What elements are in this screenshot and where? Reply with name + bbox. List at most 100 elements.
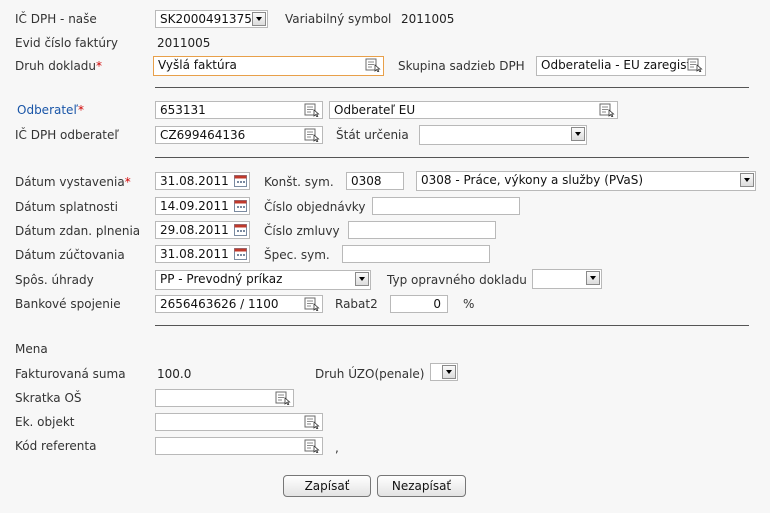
bankove-spojenie-value: 2656463626 / 1100 [160,297,279,311]
ic-dph-odberatel-field[interactable]: CZ699464136 [155,126,323,144]
lookup-icon[interactable] [365,58,381,72]
variabilny-symbol-label: Variabilný symbol [285,12,392,26]
dropdown-arrow-icon[interactable] [740,173,754,187]
rabat2-field[interactable]: 0 [390,295,448,313]
required-marker: * [96,59,103,73]
skratka-os-field[interactable] [155,389,294,407]
cislo-objednavky-label: Číslo objednávky [264,200,366,214]
odberatel-code-value: 653131 [160,103,206,117]
konst-sym-select[interactable]: 0308 - Práce, výkony a služby (PVaS) [416,171,756,191]
kod-referenta-suffix: , [335,441,339,455]
evid-cislo-value: 2011005 [157,36,211,50]
odberatel-label-text[interactable]: Odberateľ [17,103,78,117]
lookup-icon[interactable] [304,415,320,429]
skupina-sadzieb-field[interactable]: Odberatelia - EU zaregist [536,56,706,76]
lookup-icon[interactable] [304,103,320,117]
dropdown-arrow-icon[interactable] [252,12,266,26]
datum-zdan-label: Dátum zdan. plnenia [15,224,141,238]
druh-uzo-select[interactable] [430,363,458,381]
section-divider [155,157,749,158]
stat-urcenia-select[interactable] [419,125,587,145]
rabat2-unit: % [463,297,475,311]
datum-vystavenia-value: 31.08.2011 [160,174,229,188]
cislo-zmluvy-label: Číslo zmluvy [264,224,340,238]
spec-sym-label: Špec. sym. [264,248,330,262]
druh-dokladu-label-text: Druh dokladu [15,59,97,73]
cislo-objednavky-field[interactable] [372,197,520,215]
odberatel-label[interactable]: Odberateľ* [17,102,84,118]
skupina-sadzieb-value: Odberatelia - EU zaregist [541,58,692,72]
dropdown-arrow-icon[interactable] [442,365,456,379]
kod-referenta-label: Kód referenta [15,439,97,453]
rabat2-value: 0 [433,297,441,311]
ic-dph-odberatel-label: IČ DPH odberateľ [15,128,119,142]
konst-sym-code-value: 0308 [351,174,382,188]
cislo-zmluvy-field[interactable] [348,221,496,239]
spos-uhrady-select[interactable]: PP - Prevodný príkaz [155,270,371,290]
lookup-icon[interactable] [304,128,320,142]
datum-splatnosti-field[interactable]: 14.09.2011 [155,197,250,215]
ic-dph-nase-label: IČ DPH - naše [15,12,97,26]
stat-urcenia-label: Štát určenia [336,128,409,142]
lookup-icon[interactable] [304,439,320,453]
dropdown-arrow-icon[interactable] [355,272,369,286]
fakturovana-suma-label: Fakturovaná suma [15,367,126,381]
variabilny-symbol-value: 2011005 [401,12,455,26]
datum-zuctovania-field[interactable]: 31.08.2011 [155,245,250,263]
odberatel-name-value: Odberateľ EU [334,103,416,117]
datum-vystavenia-label-text: Dátum vystavenia [15,175,125,189]
skratka-os-label: Skratka OŠ [15,391,82,405]
druh-dokladu-label: Druh dokladu* [15,58,102,74]
konst-sym-label: Konšt. sym. [264,175,334,189]
mena-label: Mena [15,342,48,356]
rabat2-label: Rabat2 [335,297,378,311]
datum-zuctovania-value: 31.08.2011 [160,247,229,261]
spos-uhrady-label: Spôs. úhrady [15,273,94,287]
fakturovana-suma-value: 100.0 [157,367,192,381]
spec-sym-field[interactable] [342,245,490,263]
dropdown-arrow-icon[interactable] [571,127,585,141]
lookup-icon[interactable] [599,103,615,117]
datum-splatnosti-label: Dátum splatnosti [15,200,118,214]
lookup-icon[interactable] [304,297,320,311]
druh-dokladu-field[interactable]: Vyšlá faktúra [153,56,384,76]
skupina-sadzieb-label: Skupina sadzieb DPH [398,59,525,73]
datum-zdan-field[interactable]: 29.08.2011 [155,221,250,239]
bankove-spojenie-label: Bankové spojenie [15,297,121,311]
calendar-icon[interactable] [234,200,247,212]
dropdown-arrow-icon[interactable] [586,271,600,285]
ek-objekt-field[interactable] [155,413,323,431]
typ-opravneho-select[interactable] [532,269,602,289]
odberatel-name-field[interactable]: Odberateľ EU [329,101,618,119]
druh-dokladu-value: Vyšlá faktúra [158,58,237,72]
spos-uhrady-value: PP - Prevodný príkaz [160,272,283,286]
calendar-icon[interactable] [234,248,247,260]
ic-dph-nase-select[interactable]: SK2000491375 [155,10,268,28]
evid-cislo-label: Evid číslo faktúry [15,36,118,50]
ic-dph-nase-value: SK2000491375 [160,12,252,26]
datum-splatnosti-value: 14.09.2011 [160,199,229,213]
odberatel-code-field[interactable]: 653131 [155,101,323,119]
lookup-icon[interactable] [275,391,291,405]
section-divider [155,87,749,88]
calendar-icon[interactable] [234,175,247,187]
kod-referenta-field[interactable] [155,437,323,455]
required-marker: * [77,103,84,117]
druh-uzo-label: Druh ÚZO(penale) [315,367,425,381]
datum-zdan-value: 29.08.2011 [160,223,229,237]
datum-vystavenia-label: Dátum vystavenia* [15,174,131,190]
datum-zuctovania-label: Dátum zúčtovania [15,248,125,262]
calendar-icon[interactable] [234,224,247,236]
save-button[interactable]: Zapísať [283,475,371,497]
required-marker: * [124,175,131,189]
datum-vystavenia-field[interactable]: 31.08.2011 [155,172,250,190]
cancel-button[interactable]: Nezapísať [377,475,466,497]
typ-opravneho-label: Typ opravného dokladu [387,273,527,287]
bankove-spojenie-field[interactable]: 2656463626 / 1100 [155,295,323,313]
ek-objekt-label: Ek. objekt [15,415,75,429]
lookup-icon[interactable] [687,58,703,72]
section-divider [155,325,749,326]
konst-sym-code-field[interactable]: 0308 [346,172,404,190]
konst-sym-description: 0308 - Práce, výkony a služby (PVaS) [421,173,644,187]
ic-dph-odberatel-value: CZ699464136 [160,128,246,142]
